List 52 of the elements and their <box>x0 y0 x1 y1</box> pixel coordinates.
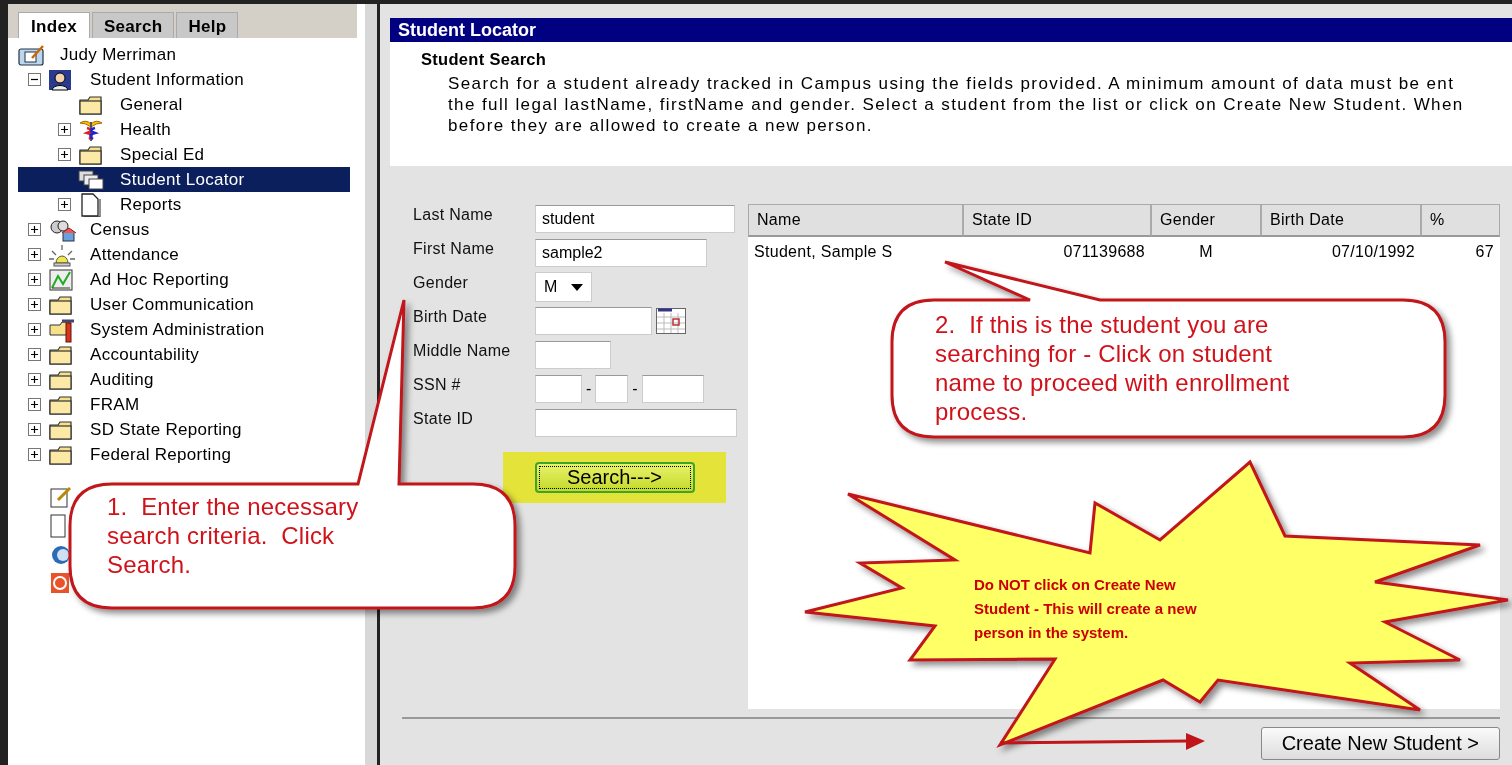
table-cell-text: 071139688 <box>1062 242 1146 262</box>
text-field[interactable]: sample2 <box>535 239 707 267</box>
callout-text: 1. Enter the necessary search criteria. Click Search. <box>107 492 359 579</box>
column-header[interactable]: Birth Date <box>1261 204 1421 237</box>
tree-item[interactable]: Ad Hoc Reporting <box>18 267 350 292</box>
field-label: SSN # <box>413 375 462 395</box>
tree-item[interactable]: SD State Reporting <box>18 417 350 442</box>
field-label: First Name <box>413 239 496 259</box>
description-text: the full legal lastName, firstName and gender. Select a student from the list or click on Create New Student. When <box>448 94 1464 115</box>
tree-item[interactable]: General <box>18 92 350 117</box>
table-cell-text: M <box>1198 242 1214 262</box>
field-label: State ID <box>413 409 475 429</box>
tree-item[interactable]: Census <box>18 217 350 242</box>
tree-item[interactable]: Student Locator <box>18 167 350 192</box>
tree-item[interactable]: Judy Merriman <box>18 42 350 67</box>
tree-item[interactable]: Reports <box>18 192 350 217</box>
tree-item[interactable]: FRAM <box>18 392 350 417</box>
column-header[interactable]: State ID <box>963 204 1151 237</box>
column-header[interactable]: Name <box>748 204 963 237</box>
tree-item[interactable]: User Communication <box>18 292 350 317</box>
tree-item[interactable]: Student Information <box>18 67 350 92</box>
field-label: Birth Date <box>413 307 489 327</box>
table-cell-text: 07/10/1992 <box>1330 242 1416 262</box>
create-new-student-button[interactable]: Create New Student > <box>1260 727 1500 760</box>
text-field[interactable]: student <box>535 205 735 233</box>
tree-item[interactable]: Attendance <box>18 242 350 267</box>
field-label: Gender <box>413 273 470 293</box>
search-button[interactable]: Search---> <box>534 462 695 493</box>
table-cell[interactable]: Student, Sample S <box>748 237 963 267</box>
section-title: Student Search <box>421 50 547 69</box>
description-text: Search for a student already tracked in Campus using the fields provided. A minimum amount of data must be ent <box>448 73 1455 94</box>
callout-text: 2. If this is the student you are searching for - Click on student name to proceed with enrollment process. <box>935 310 1290 426</box>
tree-item[interactable]: Health <box>18 117 350 142</box>
tree-item[interactable]: Federal Reporting <box>18 442 350 467</box>
field-label: Middle Name <box>413 341 512 361</box>
separator-text: - <box>586 380 592 398</box>
column-header[interactable]: % <box>1421 204 1500 237</box>
tree-item[interactable]: Auditing <box>18 367 350 392</box>
warning-text: Do NOT click on Create New Student - This will create a new person in the system. <box>974 575 1197 643</box>
gender-dropdown[interactable]: M <box>535 272 593 302</box>
description-text: before they are allowed to create a new person. <box>448 115 873 136</box>
separator-text: - <box>632 380 638 398</box>
column-header[interactable]: Gender <box>1151 204 1261 237</box>
tab[interactable]: Index <box>18 12 90 38</box>
tab[interactable]: Search <box>91 12 175 38</box>
tree-item[interactable]: Special Ed <box>18 142 350 167</box>
table-cell-text: 67 <box>1474 242 1495 262</box>
tree-item[interactable]: Accountability <box>18 342 350 367</box>
tree-item[interactable]: System Administration <box>18 317 350 342</box>
panel-title: Student Locator <box>390 18 1512 42</box>
field-label: Last Name <box>413 205 495 225</box>
tab[interactable]: Help <box>176 12 239 38</box>
